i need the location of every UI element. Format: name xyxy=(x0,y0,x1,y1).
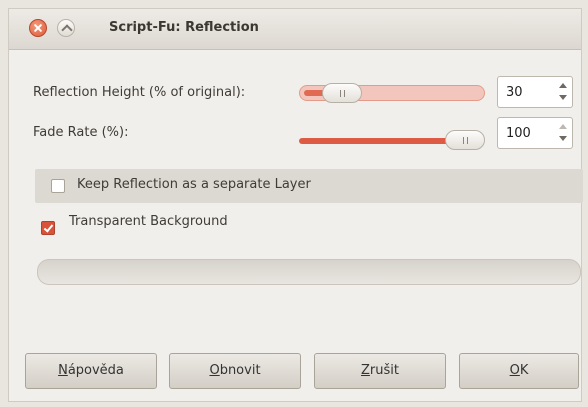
keep-layer-row[interactable]: Keep Reflection as a separate Layer xyxy=(35,169,583,203)
reset-button[interactable]: Obnovit xyxy=(169,353,301,389)
decrement-icon[interactable] xyxy=(559,136,567,141)
cancel-button[interactable]: Zrušit xyxy=(314,353,446,389)
window-title: Script-Fu: Reflection xyxy=(109,20,259,35)
fade-rate-value[interactable]: 100 xyxy=(506,126,531,141)
ok-button[interactable]: OK xyxy=(459,353,579,389)
fade-rate-label: Fade Rate (%): xyxy=(33,125,129,140)
reflection-height-value[interactable]: 30 xyxy=(506,85,523,100)
fade-rate-slider[interactable] xyxy=(299,130,485,150)
help-button[interactable]: Nápověda xyxy=(25,353,157,389)
maximize-icon[interactable] xyxy=(57,19,75,37)
transparent-bg-label[interactable]: Transparent Background xyxy=(69,214,228,229)
title-bar[interactable]: Script-Fu: Reflection xyxy=(9,9,581,50)
reflection-height-slider-thumb[interactable] xyxy=(322,83,362,103)
reflection-height-stepper[interactable] xyxy=(556,79,570,105)
reflection-height-slider[interactable] xyxy=(299,83,485,103)
decrement-icon[interactable] xyxy=(559,95,567,100)
increment-icon[interactable] xyxy=(559,124,567,129)
dialog-window: Script-Fu: Reflection Reflection Height … xyxy=(8,8,583,402)
close-icon[interactable] xyxy=(29,19,47,37)
fade-rate-slider-thumb[interactable] xyxy=(445,130,485,150)
keep-layer-label[interactable]: Keep Reflection as a separate Layer xyxy=(77,177,311,192)
reflection-height-label: Reflection Height (% of original): xyxy=(33,85,246,100)
increment-icon[interactable] xyxy=(559,83,567,88)
keep-layer-checkbox[interactable] xyxy=(51,179,65,193)
fade-rate-slider-fill xyxy=(299,138,455,144)
transparent-bg-checkbox[interactable] xyxy=(41,221,55,235)
progress-bar xyxy=(37,259,581,285)
fade-rate-stepper[interactable] xyxy=(556,120,570,146)
reflection-height-spinbox[interactable]: 30 xyxy=(497,76,573,108)
fade-rate-spinbox[interactable]: 100 xyxy=(497,117,573,149)
